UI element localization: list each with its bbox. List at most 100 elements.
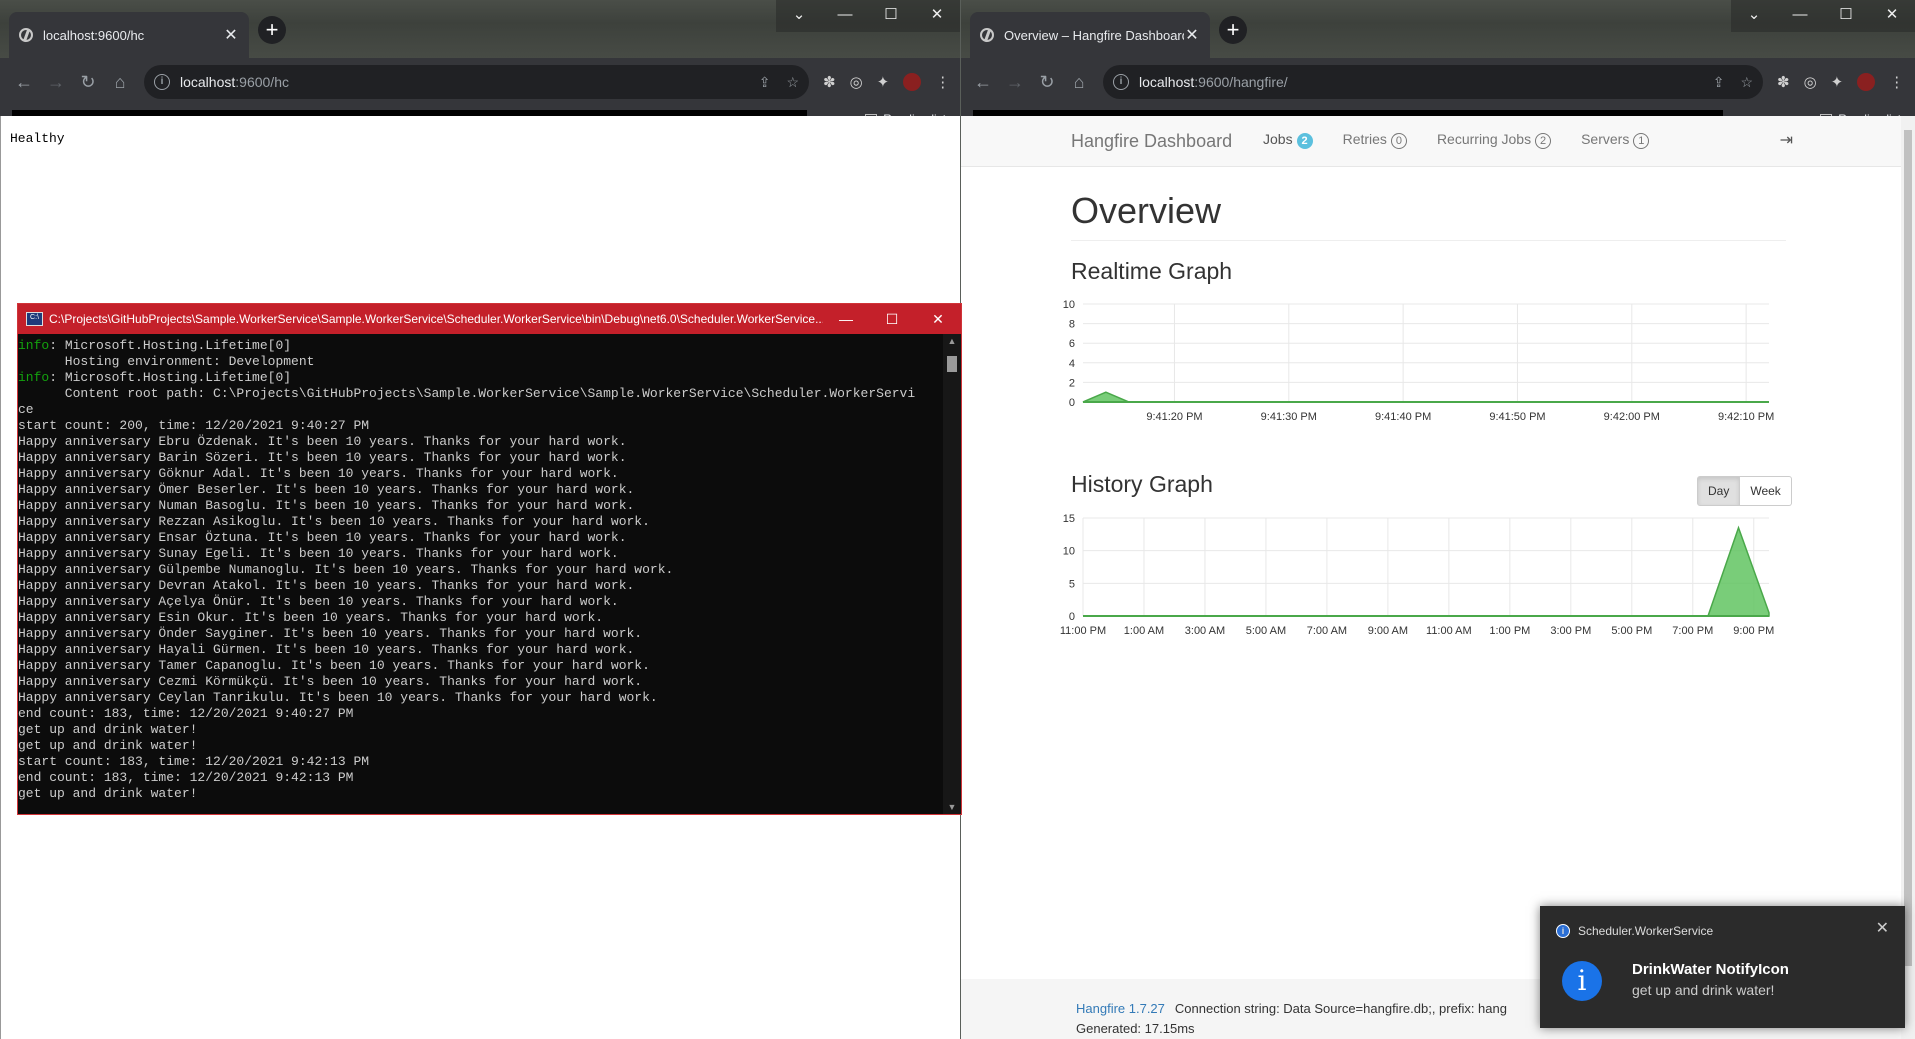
menu-dots-icon[interactable]: ⋮ <box>1889 73 1904 91</box>
console-window: C:\ C:\Projects\GitHubProjects\Sample.Wo… <box>17 303 962 815</box>
console-line: Happy anniversary Ebru Özdenak. It's bee… <box>18 434 943 450</box>
bookmark-star-icon[interactable]: ☆ <box>786 74 799 91</box>
y-tick-label: 10 <box>1063 546 1075 558</box>
console-minimize-button[interactable]: — <box>823 311 869 328</box>
console-titlebar[interactable]: C:\ C:\Projects\GitHubProjects\Sample.Wo… <box>18 304 961 334</box>
nav-retries[interactable]: Retries 0 <box>1343 131 1407 149</box>
extensions-puzzle-icon[interactable]: ✦ <box>1831 73 1844 91</box>
menu-dots-icon[interactable]: ⋮ <box>935 73 950 91</box>
site-info-icon[interactable]: i <box>1113 74 1129 90</box>
console-output[interactable]: info: Microsoft.Hosting.Lifetime[0] Host… <box>18 334 943 814</box>
console-line-text: Happy anniversary Ebru Özdenak. It's bee… <box>18 434 627 449</box>
close-window-button[interactable]: ✕ <box>1869 0 1915 32</box>
x-tick-label: 7:00 AM <box>1307 625 1347 637</box>
page-scrollbar[interactable] <box>1901 116 1915 1039</box>
minimize-button[interactable]: — <box>822 0 868 32</box>
hangfire-version-link[interactable]: Hangfire 1.7.27 <box>1076 1001 1165 1016</box>
home-icon[interactable]: ⌂ <box>1063 72 1095 93</box>
week-button[interactable]: Week <box>1740 476 1792 506</box>
address-bar[interactable]: i localhost:9600/hangfire/ ⇪ ☆ <box>1103 65 1763 99</box>
toast-notification[interactable]: i Scheduler.WorkerService ✕ i DrinkWater … <box>1540 906 1905 1028</box>
extensions-puzzle-icon[interactable]: ✦ <box>877 73 890 91</box>
console-line: Happy anniversary Numan Basoglu. It's be… <box>18 498 943 514</box>
tab-search-icon[interactable]: ⌄ <box>1731 0 1777 32</box>
console-line: info: Microsoft.Hosting.Lifetime[0] <box>18 370 943 386</box>
nav-servers[interactable]: Servers 1 <box>1581 131 1650 149</box>
share-icon[interactable]: ⇪ <box>759 74 771 91</box>
scroll-down-icon[interactable]: ▼ <box>943 802 961 812</box>
realtime-graph-title: Realtime Graph <box>1071 258 1233 284</box>
console-line-text: Happy anniversary Numan Basoglu. It's be… <box>18 498 635 513</box>
tab-hangfire-overview[interactable]: Overview – Hangfire Dashboard ✕ <box>970 12 1210 58</box>
logout-icon[interactable]: ⇥ <box>1780 130 1793 150</box>
new-tab-button[interactable]: + <box>1219 16 1247 44</box>
y-tick-label: 5 <box>1069 578 1075 590</box>
x-tick-label: 1:00 AM <box>1124 625 1164 637</box>
console-line-text: Happy anniversary Açelya Önür. It's been… <box>18 594 619 609</box>
console-line: start count: 183, time: 12/20/2021 9:42:… <box>18 754 943 770</box>
address-bar[interactable]: i localhost:9600/hc ⇪ ☆ <box>144 65 809 99</box>
back-arrow-icon[interactable]: ← <box>8 72 40 93</box>
profile-avatar-icon[interactable] <box>1857 73 1876 91</box>
tab-title: localhost:9600/hc <box>43 27 145 43</box>
back-arrow-icon[interactable]: ← <box>967 72 999 93</box>
bookmark-star-icon[interactable]: ☆ <box>1740 74 1753 91</box>
hangfire-brand[interactable]: Hangfire Dashboard <box>1071 131 1232 152</box>
tab-close-icon[interactable]: ✕ <box>223 25 239 45</box>
console-close-button[interactable]: ✕ <box>915 311 961 328</box>
extension-target-icon[interactable]: ◎ <box>850 73 863 91</box>
console-line-text: get up and drink water! <box>18 738 198 753</box>
hangfire-navbar: Hangfire Dashboard Jobs 2 Retries 0 Recurr… <box>961 116 1915 167</box>
console-line-text: Happy anniversary Barin Sözeri. It's bee… <box>18 450 627 465</box>
extension-gear-icon[interactable]: ✽ <box>1777 73 1790 91</box>
scrollbar-thumb[interactable] <box>947 356 957 372</box>
console-line: Happy anniversary Gülpembe Numanoglu. It… <box>18 562 943 578</box>
extension-target-icon[interactable]: ◎ <box>1804 73 1817 91</box>
x-tick-label: 3:00 AM <box>1185 625 1225 637</box>
nav-jobs[interactable]: Jobs 2 <box>1263 131 1313 149</box>
console-line: Happy anniversary Sunay Egeli. It's been… <box>18 546 943 562</box>
console-maximize-button[interactable]: ☐ <box>869 311 915 328</box>
new-tab-button[interactable]: + <box>258 16 286 44</box>
hangfire-nav-links: Jobs 2 Retries 0 Recurring Jobs 2 Servers 1 <box>1263 131 1650 149</box>
scroll-up-icon[interactable]: ▲ <box>943 336 961 346</box>
close-window-button[interactable]: ✕ <box>914 0 960 32</box>
y-tick-label: 0 <box>1069 397 1075 409</box>
forward-arrow-icon[interactable]: → <box>40 72 72 93</box>
console-line: Happy anniversary Barin Sözeri. It's bee… <box>18 450 943 466</box>
maximize-button[interactable]: ☐ <box>868 0 914 32</box>
share-icon[interactable]: ⇪ <box>1713 74 1725 91</box>
tab-search-icon[interactable]: ⌄ <box>776 0 822 32</box>
forward-arrow-icon[interactable]: → <box>999 72 1031 93</box>
tab-localhost-hc[interactable]: localhost:9600/hc ✕ <box>9 12 249 58</box>
maximize-button[interactable]: ☐ <box>1823 0 1869 32</box>
site-info-icon[interactable]: i <box>154 74 170 90</box>
x-tick-label: 9:00 PM <box>1733 625 1774 637</box>
console-line-text: Happy anniversary Tamer Capanoglu. It's … <box>18 658 650 673</box>
tab-close-icon[interactable]: ✕ <box>1184 25 1200 45</box>
x-tick-label: 5:00 AM <box>1246 625 1286 637</box>
console-line: end count: 183, time: 12/20/2021 9:42:13… <box>18 770 943 786</box>
minimize-button[interactable]: — <box>1777 0 1823 32</box>
scrollbar-thumb[interactable] <box>1904 130 1912 966</box>
home-icon[interactable]: ⌂ <box>104 72 136 93</box>
console-line: start count: 200, time: 12/20/2021 9:40:… <box>18 418 943 434</box>
console-title: C:\Projects\GitHubProjects\Sample.Worker… <box>49 312 823 326</box>
profile-avatar-icon[interactable] <box>903 73 922 91</box>
console-scrollbar[interactable]: ▲ ▼ <box>943 334 961 814</box>
console-line: Content root path: C:\Projects\GitHubPro… <box>18 386 943 402</box>
x-tick-label: 9:41:50 PM <box>1489 411 1545 423</box>
reload-icon[interactable]: ↻ <box>1031 72 1063 93</box>
x-tick-label: 9:42:10 PM <box>1718 411 1774 423</box>
reload-icon[interactable]: ↻ <box>72 72 104 93</box>
console-line-text: Happy anniversary Ceylan Tanrikulu. It's… <box>18 690 658 705</box>
console-line-text: end count: 183, time: 12/20/2021 9:42:13… <box>18 770 354 785</box>
console-line-text: Happy anniversary Göknur Adal. It's been… <box>18 466 619 481</box>
nav-label: Recurring Jobs <box>1436 131 1532 147</box>
nav-recurring-jobs[interactable]: Recurring Jobs 2 <box>1436 131 1552 149</box>
console-line: Happy anniversary Hayali Gürmen. It's be… <box>18 642 943 658</box>
extension-gear-icon[interactable]: ✽ <box>823 73 836 91</box>
window-controls: ⌄ — ☐ ✕ <box>1731 0 1915 32</box>
day-button[interactable]: Day <box>1697 476 1741 506</box>
toast-close-icon[interactable]: ✕ <box>1876 918 1889 938</box>
